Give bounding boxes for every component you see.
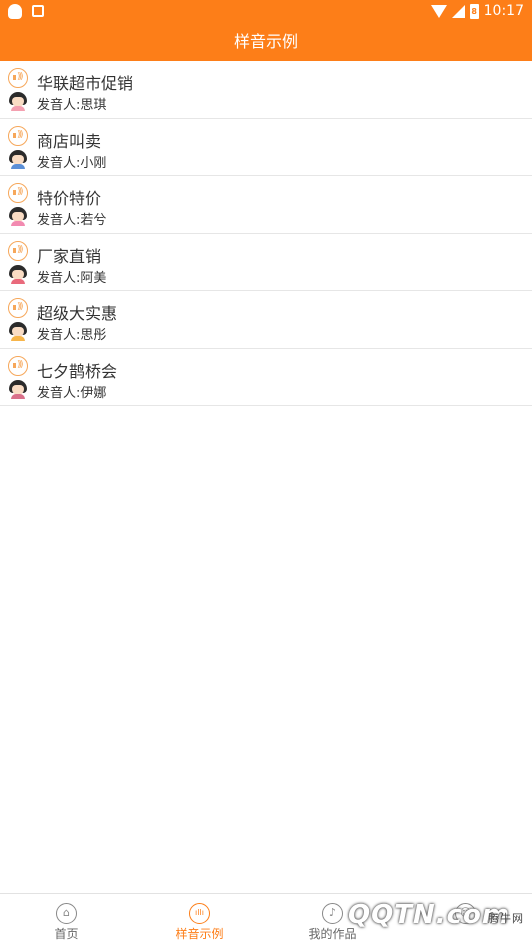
battery-icon: 8 [469, 3, 479, 19]
signal-icon [451, 4, 465, 18]
wifi-icon [430, 4, 447, 18]
speaker-play-icon[interactable] [8, 183, 28, 203]
sample-title: 超级大实惠 [37, 304, 118, 323]
speaker-name: 发音人:若兮 [37, 213, 107, 228]
avatar [9, 92, 27, 111]
speaker-name: 发音人:思彤 [37, 328, 107, 343]
clock: 10:17 [483, 3, 524, 19]
avatar [9, 264, 27, 284]
sample-title: 七夕鹊桥会 [37, 361, 118, 381]
list-item[interactable]: 七夕鹊桥会 发音人:伊娜 [0, 349, 532, 406]
avatar [9, 207, 27, 226]
speaker-name: 发音人:小刚 [37, 155, 107, 171]
watermark-text: QQTN.com [348, 900, 510, 930]
sample-title: 厂家直销 [37, 246, 102, 266]
sample-title: 特价特价 [37, 189, 102, 208]
list-item[interactable]: 厂家直销 发音人:阿美 [0, 234, 532, 291]
sample-title: 商店叫卖 [37, 131, 102, 151]
page-title: 样音示例 [0, 24, 532, 61]
speaker-play-icon[interactable] [8, 240, 28, 261]
home-icon: ⌂ [56, 903, 77, 924]
speaker-play-icon[interactable] [8, 68, 28, 88]
speaker-name: 发音人:阿美 [37, 270, 107, 286]
sample-title: 华联超市促销 [37, 74, 134, 93]
tab-samples[interactable]: ıllı 样音示例 [133, 894, 266, 944]
tab-label: 首页 [54, 927, 79, 941]
sample-list: 华联超市促销 发音人:思琪 商店叫卖 发音人:小刚 特价特价 发音人:若兮 厂家… [0, 61, 532, 406]
tab-label: 样音示例 [175, 927, 224, 941]
speaker-name: 发音人:伊娜 [37, 385, 107, 401]
list-item[interactable]: 商店叫卖 发音人:小刚 [0, 119, 532, 176]
avatar [9, 322, 27, 341]
qq-notification-icon [8, 4, 22, 19]
speaker-play-icon[interactable] [8, 125, 28, 146]
waveform-icon: ıllı [189, 903, 210, 924]
speaker-play-icon[interactable] [8, 298, 28, 318]
list-item[interactable]: 特价特价 发音人:若兮 [0, 176, 532, 234]
speaker-play-icon[interactable] [8, 355, 28, 376]
tab-home[interactable]: ⌂ 首页 [0, 894, 133, 944]
avatar [9, 379, 27, 399]
list-item[interactable]: 超级大实惠 发音人:思彤 [0, 291, 532, 349]
status-bar: 8 10:17 [0, 0, 532, 24]
watermark: QQTN.com 腾牛网 [300, 893, 532, 944]
speaker-name: 发音人:思琪 [37, 98, 107, 113]
app-notification-icon [32, 5, 44, 17]
watermark-small-text: 腾牛网 [488, 912, 524, 925]
list-item[interactable]: 华联超市促销 发音人:思琪 [0, 61, 532, 119]
avatar [9, 149, 27, 169]
